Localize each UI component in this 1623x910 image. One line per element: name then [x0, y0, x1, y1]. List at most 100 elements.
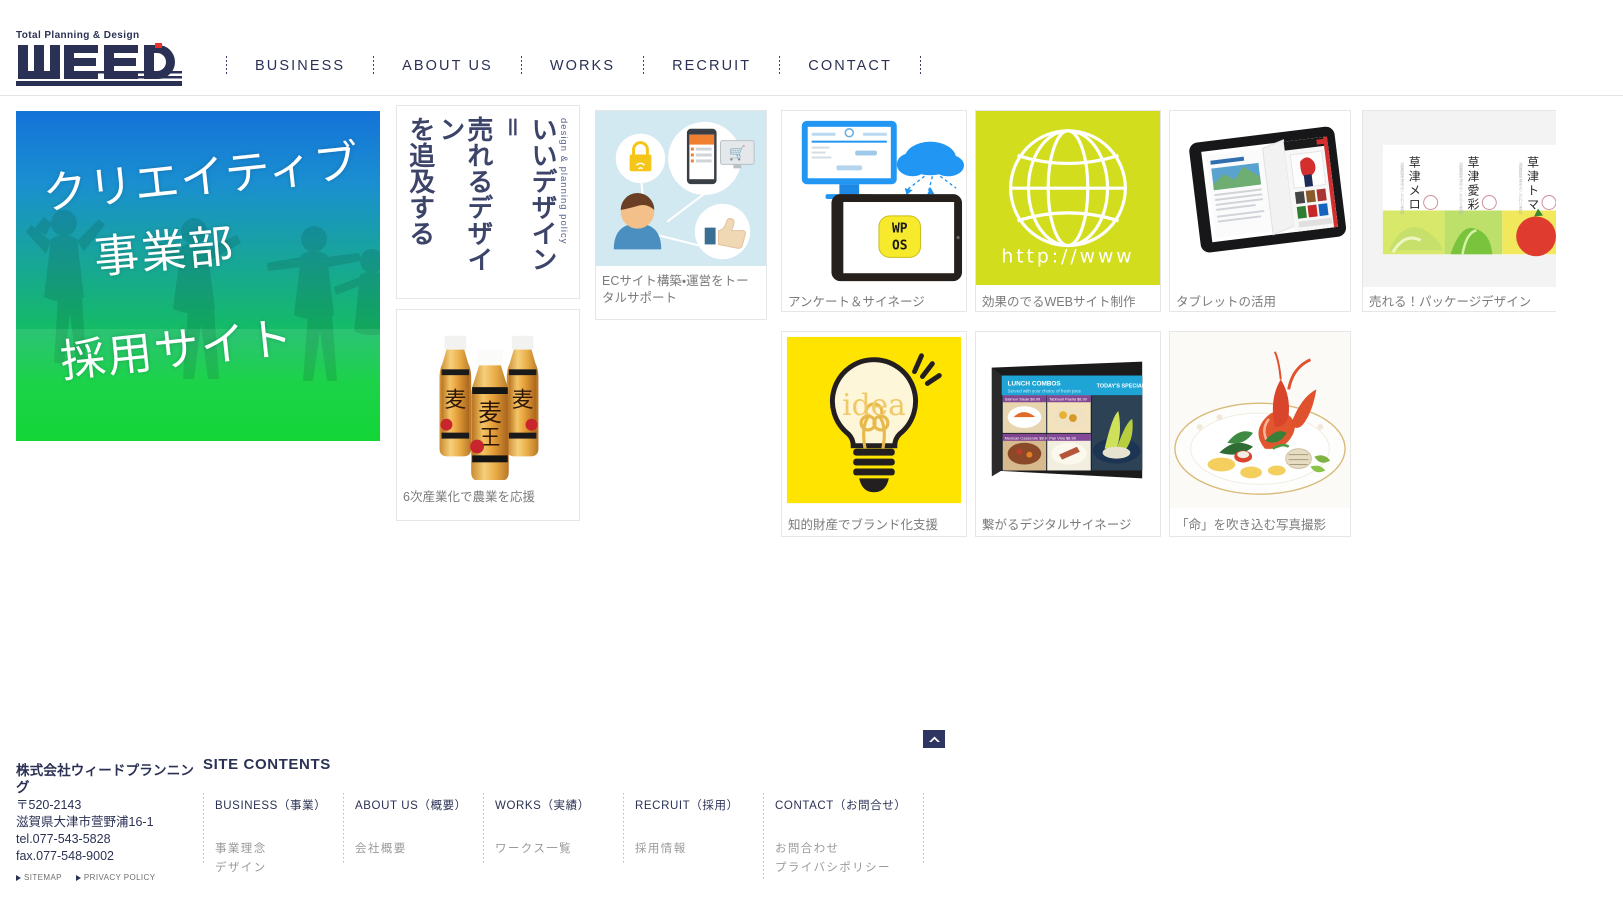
svg-text:WP: WP [892, 222, 908, 237]
footer-col-contact: CONTACT（お問合せ） お問合わせ プライバシポリシー [763, 793, 923, 879]
page-root: Total Planning & Design BUSINESS ABOUT U… [0, 0, 1623, 910]
card-ec-site[interactable]: 🛒 ECサイト構築・運営をトータルサポート [595, 110, 767, 320]
footer-utility-links: SITEMAP PRIVACY POLICY [16, 873, 206, 882]
main-navigation[interactable]: BUSINESS ABOUT US WORKS RECRUIT CONTACT [226, 56, 921, 76]
nav-item-works[interactable]: WORKS [522, 58, 643, 74]
footer-contents-title: SITE CONTENTS [203, 756, 331, 773]
nav-item-about-us[interactable]: ABOUT US [374, 58, 521, 74]
footer-col-business-head[interactable]: BUSINESS（事業） [215, 797, 343, 813]
column-divider [483, 793, 484, 865]
footer-sub-recruit-info[interactable]: 採用情報 [635, 840, 763, 859]
survey-signage-illustration: WP OS [801, 120, 965, 282]
tablet-magazine-art [1189, 126, 1347, 253]
card-photo-caption: 「命」を吹き込む写真撮影 [1176, 518, 1327, 532]
company-postal: 〒520-2143 [16, 798, 82, 812]
svg-text:麦: 麦 [478, 399, 502, 427]
card-package-caption: 売れる！パッケージデザイン [1369, 295, 1532, 309]
footer-link-sitemap-label: SITEMAP [24, 873, 62, 882]
card-package-thumb: 草津 メロ 草津 愛彩 草津 トマ 滋賀県草津市のこだわり素材 滋賀県草津市のこ… [1363, 111, 1556, 287]
footer-site-contents: SITE CONTENTS BUSINESS（事業） 事業理念 デザイン ABO… [203, 756, 935, 879]
card-tablet-thumb [1170, 111, 1350, 287]
footer-sub-privacy-policy[interactable]: プライバシポリシー [775, 859, 923, 878]
svg-text:ト: ト [1527, 184, 1539, 198]
card-web-site[interactable]: http://www 効果のでるWEBサイト制作 [975, 110, 1161, 312]
card-tablet[interactable]: タブレットの活用 [1169, 110, 1351, 312]
signage-title: LUNCH COMBOS [1008, 380, 1062, 387]
svg-text:🛒: 🛒 [729, 144, 746, 161]
signage-subtitle: Served with your choice of fresh juice [1008, 388, 1082, 393]
hero-line-2: 事業部 [91, 218, 238, 285]
footer-link-sitemap[interactable]: SITEMAP [16, 873, 62, 882]
svg-text:草: 草 [1409, 156, 1421, 170]
footer-col-about: ABOUT US（概要） 会社概要 [343, 793, 483, 878]
company-address: 滋賀県大津市萱野浦16-1 [16, 815, 154, 829]
idea-word: idea [842, 387, 906, 422]
footer-col-about-head[interactable]: ABOUT US（概要） [355, 797, 483, 813]
footer-link-privacy[interactable]: PRIVACY POLICY [75, 873, 156, 882]
card-idea[interactable]: idea 知的財産でブランド化支援 [781, 331, 967, 537]
svg-text:津: 津 [1527, 170, 1539, 184]
hero-banner[interactable]: クリエイティブ 事業部 採用サイト [16, 111, 380, 441]
footer-sub-business-design[interactable]: デザイン [215, 859, 343, 878]
footer-col-works: WORKS（実績） ワークス一覧 [483, 793, 623, 878]
triangle-right-icon [16, 874, 21, 881]
card-agri[interactable]: 麦 麦 麦 王 6次産業化で農業を応援 [396, 309, 580, 521]
footer-col-contact-head[interactable]: CONTACT（お問合せ） [775, 797, 923, 813]
triangle-right-icon [75, 874, 81, 881]
column-divider [203, 793, 204, 865]
weed-logo-mark [16, 43, 182, 87]
digital-signage-art: LUNCH COMBOS Served with your choice of … [991, 361, 1146, 479]
footer-sub-contact[interactable]: お問合わせ [775, 840, 923, 859]
svg-text:メ: メ [1409, 184, 1421, 198]
nav-item-contact[interactable]: CONTACT [780, 58, 920, 74]
card-idea-caption: 知的財産でブランド化支援 [788, 518, 939, 532]
footer-sub-company-profile[interactable]: 会社概要 [355, 840, 483, 859]
svg-text:津: 津 [1409, 170, 1421, 184]
nav-item-recruit[interactable]: RECRUIT [644, 58, 779, 74]
logo-tagline: Total Planning & Design [16, 30, 140, 41]
policy-line-1: いいデザイン [527, 116, 557, 272]
footer-sub-business-philosophy[interactable]: 事業理念 [215, 840, 343, 859]
svg-text:麦: 麦 [444, 388, 466, 413]
nav-item-business[interactable]: BUSINESS [227, 58, 373, 74]
footer-sub-works-list[interactable]: ワークス一覧 [495, 840, 623, 859]
chevron-up-icon [928, 736, 940, 742]
card-enquete[interactable]: WP OS アンケート＆サイネージ [781, 110, 967, 312]
svg-text:滋賀県草津市のこだわり素材: 滋賀県草津市のこだわり素材 [1400, 162, 1405, 215]
signage-special: TODAY'S SPECIAL [1097, 383, 1146, 389]
footer-col-works-head[interactable]: WORKS（実績） [495, 797, 623, 813]
hero-headline: クリエイティブ 事業部 採用サイト [16, 111, 380, 441]
column-divider [623, 793, 624, 865]
company-name: 株式会社ウィードプランニング [16, 763, 195, 795]
card-photo-thumb [1170, 332, 1350, 510]
card-tablet-caption: タブレットの活用 [1176, 295, 1277, 309]
column-divider [923, 793, 924, 865]
policy-line-3: を追及する [404, 116, 435, 246]
policy-eyebrow: design & planning policy [558, 118, 569, 245]
policy-equals: ＝ [497, 116, 523, 138]
footer-columns: BUSINESS（事業） 事業理念 デザイン ABOUT US（概要） 会社概要… [203, 793, 935, 879]
card-idea-thumb: idea [782, 332, 966, 510]
hero-line-3: 採用サイト [57, 310, 298, 389]
card-agri-thumb: 麦 麦 麦 王 [397, 310, 579, 482]
footer-col-business: BUSINESS（事業） 事業理念 デザイン [203, 793, 343, 878]
card-package[interactable]: 草津 メロ 草津 愛彩 草津 トマ 滋賀県草津市のこだわり素材 滋賀県草津市のこ… [1362, 110, 1556, 312]
globe-url-label: http://www [1001, 246, 1134, 267]
scroll-to-top-button[interactable] [923, 730, 945, 748]
card-photo[interactable]: 「命」を吹き込む写真撮影 [1169, 331, 1351, 537]
card-ec-site-caption: ECサイト構築・運営をトータルサポート [602, 274, 749, 305]
hero-line-1: クリエイティブ [40, 134, 363, 221]
svg-text:滋賀県草津市のこだわり素材: 滋賀県草津市のこだわり素材 [1459, 162, 1464, 215]
card-design-policy[interactable]: design & planning policy いいデザイン ＝ 売れるデザイ… [396, 105, 580, 299]
column-divider [763, 793, 764, 879]
card-signage[interactable]: LUNCH COMBOS Served with your choice of … [975, 331, 1161, 537]
svg-text:ロ: ロ [1409, 197, 1421, 211]
candy-package-art: 草津 メロ 草津 愛彩 草津 トマ 滋賀県草津市のこだわり素材 滋賀県草津市のこ… [1363, 111, 1556, 287]
barley-tea-bottles-art: 麦 麦 麦 王 [439, 335, 539, 481]
svg-text:Tabbouli Paella $8.99: Tabbouli Paella $8.99 [1049, 397, 1087, 402]
svg-text:Mexican Casserole $8.99: Mexican Casserole $8.99 [1005, 435, 1049, 440]
footer-col-recruit: RECRUIT（採用） 採用情報 [623, 793, 763, 878]
card-ec-site-thumb: 🛒 [596, 111, 766, 266]
footer-col-recruit-head[interactable]: RECRUIT（採用） [635, 797, 763, 813]
site-logo[interactable]: Total Planning & Design [16, 0, 196, 87]
